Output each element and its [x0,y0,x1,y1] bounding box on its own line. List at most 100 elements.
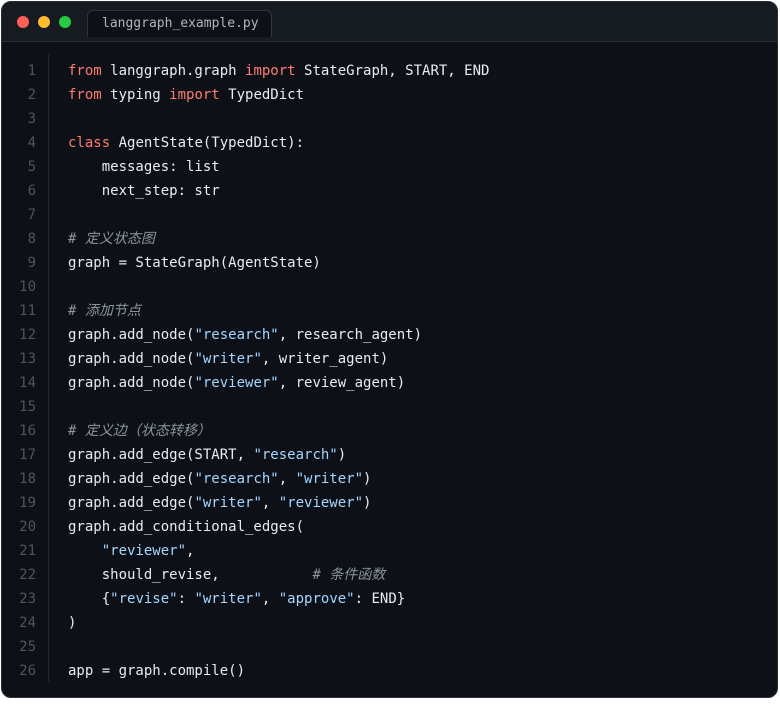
code-token: "approve" [278,591,355,607]
code-window: langgraph_example.py 1 from langgraph.gra… [1,1,778,698]
code-token: TypedDict [219,87,305,103]
code-token: "reviewer" [194,375,279,391]
code-token: graph.add_node( [68,375,195,391]
code-token: graph.add_edge( [68,471,195,487]
code-token: app = graph.compile() [68,663,246,679]
code-line: 10 [2,275,777,299]
maximize-window-button[interactable] [59,16,71,28]
line-number: 7 [27,207,36,223]
code-token: # 条件函数 [312,567,386,583]
code-token: from [68,63,102,79]
code-line: 21 "reviewer", [2,539,777,563]
code-token: "reviewer" [101,543,187,559]
line-number: 24 [19,615,36,631]
code-token: next_step: str [68,183,220,199]
code-token: should_revise, [68,567,313,583]
code-token: graph.add_edge(START, [68,447,254,463]
code-line: 12 graph.add_node("research", research_ag… [2,323,777,347]
line-number: 11 [19,303,36,319]
code-text: from typing import TypedDict [68,83,304,107]
code-token: , [278,471,296,487]
code-token: ) [363,495,372,511]
code-text: graph.add_edge("writer", "reviewer") [68,491,371,515]
code-token: : END} [354,591,406,607]
line-number: 9 [27,255,36,271]
code-token: typing [101,87,170,103]
code-token: graph.add_node( [68,327,195,343]
line-number: 15 [19,399,36,415]
code-line: 26 app = graph.compile() [2,659,777,683]
code-text: "reviewer", [68,539,195,563]
code-token: graph.add_conditional_edges( [68,519,305,535]
code-token: ) [68,615,77,631]
code-token: "writer" [194,591,262,607]
file-tab[interactable]: langgraph_example.py [87,10,272,37]
code-text: graph.add_edge("research", "writer") [68,467,371,491]
code-line: 19 graph.add_edge("writer", "reviewer") [2,491,777,515]
code-text: graph.add_node("writer", writer_agent) [68,347,388,371]
line-number: 13 [19,351,36,367]
code-token: { [68,591,111,607]
code-text: # 定义状态图 [68,227,155,251]
code-token: from [68,87,102,103]
code-line: 8 # 定义状态图 [2,227,777,251]
code-line: 1 from langgraph.graph import StateGraph,… [2,59,777,83]
line-number: 25 [19,639,36,655]
code-token: messages: list [68,159,220,175]
line-number: 8 [27,231,36,247]
code-text: next_step: str [68,179,220,203]
code-token: class [68,135,111,151]
code-text: {"revise": "writer", "approve": END} [68,587,405,611]
code-text: graph.add_node("research", research_agen… [68,323,422,347]
code-line: 11 # 添加节点 [2,299,777,323]
line-number: 19 [19,495,36,511]
line-number: 5 [27,159,36,175]
line-number: 2 [27,87,36,103]
close-window-button[interactable] [17,16,29,28]
code-line: 5 messages: list [2,155,777,179]
code-token: # 添加节点 [68,303,141,319]
code-text: # 定义边（状态转移） [68,419,211,443]
code-text: should_revise, # 条件函数 [68,563,386,587]
code-text: from langgraph.graph import StateGraph, … [68,59,489,83]
line-number: 3 [27,111,36,127]
code-token: , research_agent) [278,327,423,343]
code-token: : [177,591,195,607]
code-line: 25 [2,635,777,659]
code-token: "reviewer" [278,495,364,511]
code-line: 15 [2,395,777,419]
code-line: 23 {"revise": "writer", "approve": END} [2,587,777,611]
code-text: ) [68,611,76,635]
code-token: "revise" [110,591,178,607]
code-token: , review_agent) [278,375,406,391]
line-number: 17 [19,447,36,463]
code-line: 7 [2,203,777,227]
line-number: 12 [19,327,36,343]
code-line: 4 class AgentState(TypedDict): [2,131,777,155]
code-token: graph.add_node( [68,351,195,367]
line-number: 26 [19,663,36,679]
code-token: ) [337,447,347,463]
code-line: 3 [2,107,777,131]
line-number: 16 [19,423,36,439]
title-bar: langgraph_example.py [2,2,777,42]
line-number: 6 [27,183,36,199]
line-number: 23 [19,591,36,607]
code-line: 18 graph.add_edge("research", "writer") [2,467,777,491]
code-token: graph.add_edge( [68,495,195,511]
code-text: app = graph.compile() [68,659,245,683]
code-token: graph = StateGraph(AgentState) [68,255,321,271]
code-text: graph.add_node("reviewer", review_agent) [68,371,405,395]
code-line: 16 # 定义边（状态转移） [2,419,777,443]
code-line: 6 next_step: str [2,179,777,203]
code-token: "writer" [194,495,262,511]
minimize-window-button[interactable] [38,16,50,28]
line-number: 20 [19,519,36,535]
code-token: , writer_agent) [261,351,389,367]
code-token: "research" [194,327,279,343]
code-token: # 定义边（状态转移） [68,423,211,439]
code-token: import [245,63,296,79]
code-editor[interactable]: 1 from langgraph.graph import StateGraph,… [2,59,777,683]
code-token: "writer" [295,471,364,487]
code-line: 20 graph.add_conditional_edges( [2,515,777,539]
